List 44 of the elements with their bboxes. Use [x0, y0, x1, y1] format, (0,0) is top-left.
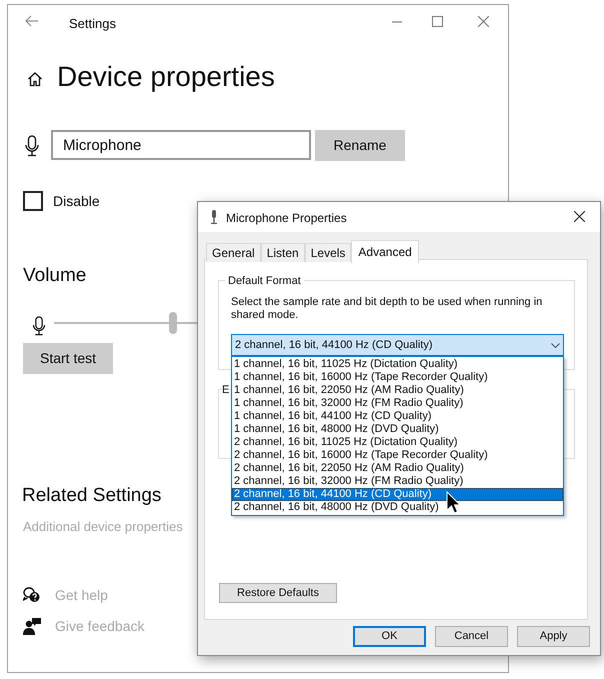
format-description: Select the sample rate and bit depth to be used when running in shared mode.	[231, 296, 544, 322]
window-title: Settings	[69, 15, 116, 33]
name-field[interactable]: Microphone	[51, 130, 311, 160]
restore-defaults-button[interactable]: Restore Defaults	[219, 583, 337, 603]
dialog-button[interactable]: OK	[353, 626, 426, 647]
microphone-icon	[210, 210, 218, 224]
start-test-button[interactable]: Start test	[23, 343, 113, 374]
format-option[interactable]: 2 channel, 16 bit, 48000 Hz (DVD Quality)	[232, 501, 563, 514]
checkbox-label: Disable	[53, 192, 100, 211]
back-arrow-icon[interactable]	[25, 15, 39, 27]
dialog-title: Microphone Properties	[226, 210, 347, 227]
tab[interactable]: Listen	[260, 243, 305, 262]
section-heading: Volume	[23, 264, 86, 288]
format-option[interactable]: 2 channel, 16 bit, 11025 Hz (Dictation Quality)	[232, 436, 563, 449]
format-option[interactable]: 1 channel, 16 bit, 44100 Hz (CD Quality)	[232, 410, 563, 423]
chevron-down-icon[interactable]	[551, 342, 560, 348]
slider-thumb[interactable]	[168, 312, 177, 334]
format-option[interactable]: 1 channel, 16 bit, 11025 Hz (Dictation Quality)	[232, 358, 563, 371]
feedback-icon	[23, 618, 41, 635]
format-dropdown[interactable]: 2 channel, 16 bit, 44100 Hz (CD Quality)	[231, 334, 564, 356]
home-icon[interactable]	[27, 71, 43, 87]
disable-checkbox[interactable]	[23, 191, 43, 211]
format-option[interactable]: 1 channel, 16 bit, 16000 Hz (Tape Recorder Quality)	[232, 371, 563, 384]
format-option[interactable]: 1 channel, 16 bit, 48000 Hz (DVD Quality)	[232, 423, 563, 436]
microphone-icon	[32, 316, 46, 336]
dialog-button[interactable]: Cancel	[435, 626, 508, 647]
format-option[interactable]: 2 channel, 16 bit, 16000 Hz (Tape Recorder Quality)	[232, 449, 563, 462]
format-option[interactable]: 2 channel, 16 bit, 22050 Hz (AM Radio Quality)	[232, 462, 563, 475]
format-option[interactable]: 1 channel, 16 bit, 32000 Hz (FM Radio Quality)	[232, 397, 563, 410]
tab[interactable]: General	[206, 243, 261, 262]
format-option[interactable]: 2 channel, 16 bit, 32000 Hz (FM Radio Quality)	[232, 475, 563, 488]
section-heading: Related Settings	[22, 484, 162, 508]
rename-button[interactable]: Rename	[315, 130, 405, 161]
help-icon	[23, 587, 40, 603]
format-option[interactable]: 2 channel, 16 bit, 44100 Hz (CD Quality)	[232, 488, 563, 501]
tab[interactable]: Levels	[304, 243, 352, 262]
page-heading: Device properties	[57, 60, 275, 94]
close-icon[interactable]	[574, 211, 585, 222]
minimize-icon[interactable]	[392, 21, 402, 23]
tab[interactable]: Advanced	[351, 240, 419, 263]
format-option[interactable]: 1 channel, 16 bit, 22050 Hz (AM Radio Quality)	[232, 384, 563, 397]
maximize-icon[interactable]	[432, 16, 443, 27]
microphone-icon	[25, 135, 39, 157]
dialog-button[interactable]: Apply	[517, 626, 590, 647]
